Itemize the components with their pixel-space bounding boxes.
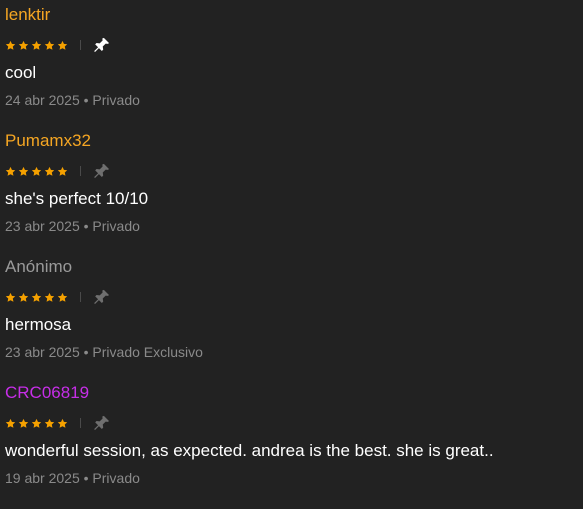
meta-separator: • [83, 470, 89, 486]
star-icon [57, 166, 68, 176]
star-icon [5, 166, 16, 176]
pin-icon[interactable] [93, 162, 111, 180]
pin-icon[interactable] [93, 288, 111, 306]
review-username[interactable]: lenktir [5, 5, 50, 25]
star-icon [44, 292, 55, 302]
divider [80, 40, 81, 50]
star-icon [18, 292, 29, 302]
review-meta: 23 abr 2025 • Privado Exclusivo [5, 343, 203, 361]
star-icon [57, 418, 68, 428]
star-icon [5, 40, 16, 50]
review-date: 23 abr 2025 [5, 218, 80, 234]
meta-separator: • [83, 92, 89, 108]
star-rating [5, 418, 68, 429]
star-icon [44, 166, 55, 176]
star-rating [5, 40, 68, 51]
star-icon [31, 40, 42, 50]
review-item: CRC06819 wonderful session, as expected.… [0, 378, 583, 504]
rating-row [5, 413, 111, 433]
star-icon [57, 40, 68, 50]
review-visibility: Privado [92, 470, 140, 486]
review-username[interactable]: CRC06819 [5, 383, 89, 403]
review-meta: 23 abr 2025 • Privado [5, 217, 140, 235]
star-icon [44, 40, 55, 50]
review-date: 19 abr 2025 [5, 470, 80, 486]
divider [80, 166, 81, 176]
meta-separator: • [83, 218, 89, 234]
star-icon [31, 166, 42, 176]
star-rating [5, 166, 68, 177]
star-icon [5, 292, 16, 302]
review-comment: she's perfect 10/10 [5, 189, 149, 208]
reviews-list: lenktir cool 24 abr 2025 • Privado Pumam… [0, 0, 583, 504]
review-visibility: Privado [92, 92, 140, 108]
review-comment: wonderful session, as expected. andrea i… [5, 441, 494, 460]
review-comment: hermosa [5, 315, 72, 334]
rating-row [5, 161, 111, 181]
star-icon [44, 418, 55, 428]
star-icon [31, 292, 42, 302]
review-meta: 19 abr 2025 • Privado [5, 469, 140, 487]
pin-icon[interactable] [93, 36, 111, 54]
review-item: Anónimo hermosa 23 abr 2025 • Privado Ex… [0, 252, 583, 378]
rating-row [5, 287, 111, 307]
review-username[interactable]: Anónimo [5, 257, 72, 277]
star-icon [57, 292, 68, 302]
review-date: 24 abr 2025 [5, 92, 80, 108]
review-visibility: Privado [92, 218, 140, 234]
divider [80, 418, 81, 428]
review-visibility: Privado Exclusivo [92, 344, 203, 360]
review-date: 23 abr 2025 [5, 344, 80, 360]
star-icon [31, 418, 42, 428]
star-icon [18, 418, 29, 428]
review-item: Pumamx32 she's perfect 10/10 23 abr 2025… [0, 126, 583, 252]
meta-separator: • [83, 344, 89, 360]
divider [80, 292, 81, 302]
review-item: lenktir cool 24 abr 2025 • Privado [0, 0, 583, 126]
review-comment: cool [5, 63, 37, 82]
pin-icon[interactable] [93, 414, 111, 432]
star-icon [18, 166, 29, 176]
review-meta: 24 abr 2025 • Privado [5, 91, 140, 109]
review-username[interactable]: Pumamx32 [5, 131, 91, 151]
rating-row [5, 35, 111, 55]
star-icon [5, 418, 16, 428]
star-rating [5, 292, 68, 303]
star-icon [18, 40, 29, 50]
